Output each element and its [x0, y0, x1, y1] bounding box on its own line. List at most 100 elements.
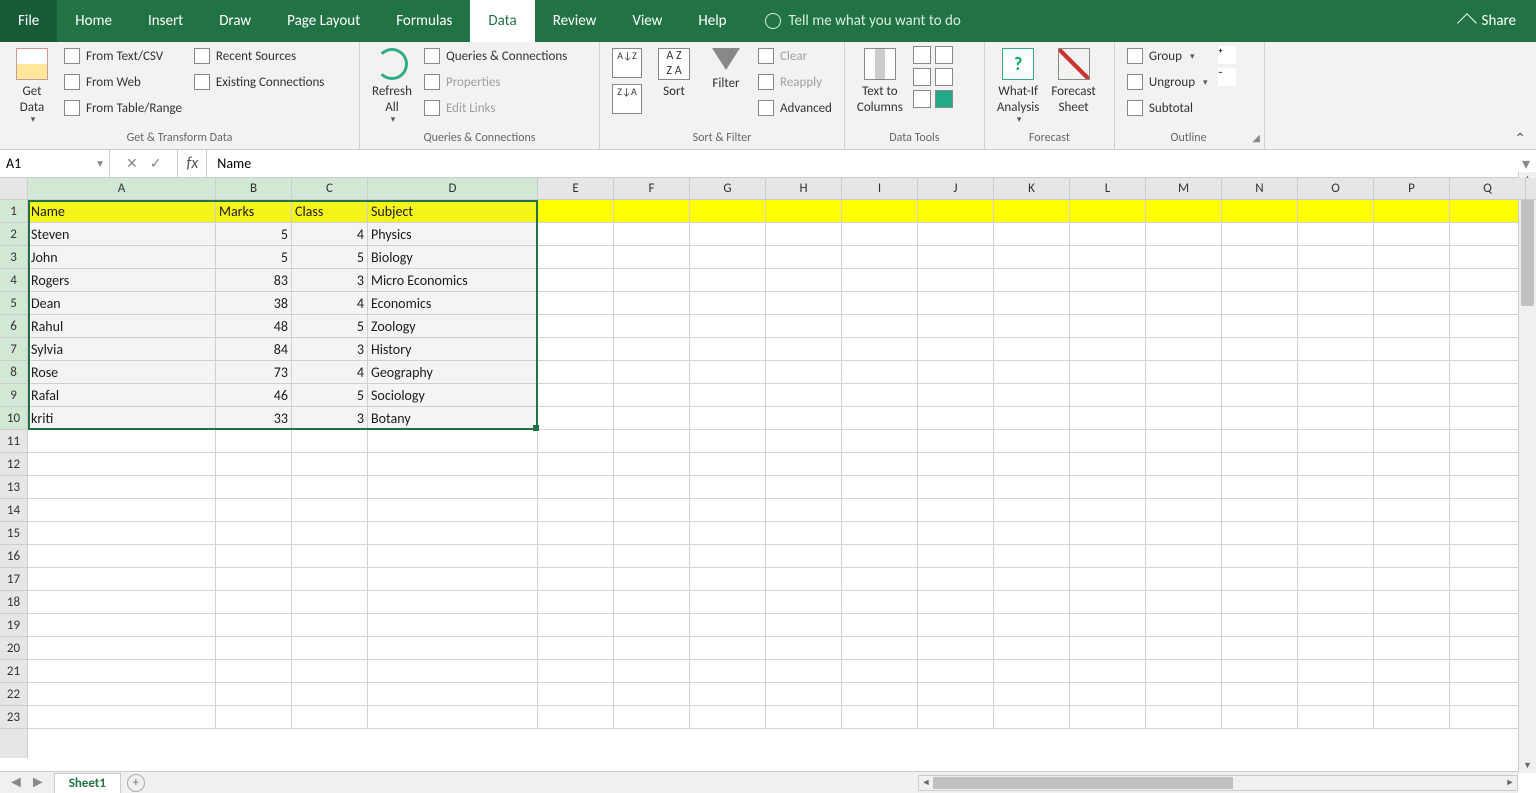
cell-I14[interactable]: [842, 499, 918, 522]
cell-F7[interactable]: [614, 338, 690, 361]
cell-D20[interactable]: [368, 637, 538, 660]
cell-B3[interactable]: 5: [216, 246, 292, 269]
cell-B11[interactable]: [216, 430, 292, 453]
cell-M10[interactable]: [1146, 407, 1222, 430]
column-header-N[interactable]: N: [1222, 178, 1298, 199]
cell-B22[interactable]: [216, 683, 292, 706]
cell-K11[interactable]: [994, 430, 1070, 453]
cell-I18[interactable]: [842, 591, 918, 614]
cell-F17[interactable]: [614, 568, 690, 591]
cell-Q11[interactable]: [1450, 430, 1526, 453]
cell-D13[interactable]: [368, 476, 538, 499]
flash-fill-button[interactable]: [913, 46, 931, 64]
cell-N19[interactable]: [1222, 614, 1298, 637]
cell-I21[interactable]: [842, 660, 918, 683]
cell-I11[interactable]: [842, 430, 918, 453]
from-table-button[interactable]: From Table/Range: [62, 98, 184, 118]
cell-K12[interactable]: [994, 453, 1070, 476]
cell-K8[interactable]: [994, 361, 1070, 384]
cell-O2[interactable]: [1298, 223, 1374, 246]
cell-I4[interactable]: [842, 269, 918, 292]
column-header-F[interactable]: F: [614, 178, 690, 199]
cell-C14[interactable]: [292, 499, 368, 522]
cell-A18[interactable]: [28, 591, 216, 614]
cell-E3[interactable]: [538, 246, 614, 269]
cell-E20[interactable]: [538, 637, 614, 660]
collapse-ribbon-button[interactable]: ⌃: [1514, 130, 1526, 147]
cell-K15[interactable]: [994, 522, 1070, 545]
cell-H18[interactable]: [766, 591, 842, 614]
row-header-13[interactable]: 13: [0, 476, 27, 499]
add-sheet-button[interactable]: +: [127, 774, 145, 792]
cell-B17[interactable]: [216, 568, 292, 591]
cell-A10[interactable]: kriti: [28, 407, 216, 430]
cell-I6[interactable]: [842, 315, 918, 338]
cell-O10[interactable]: [1298, 407, 1374, 430]
formula-input[interactable]: Name: [207, 150, 1516, 177]
from-text-csv-button[interactable]: From Text/CSV: [62, 46, 184, 66]
row-header-21[interactable]: 21: [0, 660, 27, 683]
cell-M7[interactable]: [1146, 338, 1222, 361]
cell-C19[interactable]: [292, 614, 368, 637]
cell-H16[interactable]: [766, 545, 842, 568]
cell-Q13[interactable]: [1450, 476, 1526, 499]
cell-K6[interactable]: [994, 315, 1070, 338]
cell-O18[interactable]: [1298, 591, 1374, 614]
cell-A8[interactable]: Rose: [28, 361, 216, 384]
cell-F19[interactable]: [614, 614, 690, 637]
row-header-2[interactable]: 2: [0, 223, 27, 246]
cell-F6[interactable]: [614, 315, 690, 338]
name-box-dropdown-icon[interactable]: ▼: [95, 157, 105, 170]
cell-G8[interactable]: [690, 361, 766, 384]
cell-H5[interactable]: [766, 292, 842, 315]
cell-M16[interactable]: [1146, 545, 1222, 568]
cell-D17[interactable]: [368, 568, 538, 591]
cell-B5[interactable]: 38: [216, 292, 292, 315]
row-header-11[interactable]: 11: [0, 430, 27, 453]
tab-review[interactable]: Review: [535, 0, 615, 42]
cell-O5[interactable]: [1298, 292, 1374, 315]
cell-D3[interactable]: Biology: [368, 246, 538, 269]
group-button[interactable]: Group▾: [1125, 46, 1210, 66]
cell-P3[interactable]: [1374, 246, 1450, 269]
cell-O4[interactable]: [1298, 269, 1374, 292]
cell-Q9[interactable]: [1450, 384, 1526, 407]
cell-J22[interactable]: [918, 683, 994, 706]
cell-B8[interactable]: 73: [216, 361, 292, 384]
cell-G11[interactable]: [690, 430, 766, 453]
cell-F8[interactable]: [614, 361, 690, 384]
cell-H13[interactable]: [766, 476, 842, 499]
cell-P5[interactable]: [1374, 292, 1450, 315]
tab-home[interactable]: Home: [57, 0, 130, 42]
row-header-23[interactable]: 23: [0, 706, 27, 729]
cell-N15[interactable]: [1222, 522, 1298, 545]
cell-B18[interactable]: [216, 591, 292, 614]
select-all-button[interactable]: [0, 178, 28, 200]
cell-N20[interactable]: [1222, 637, 1298, 660]
cell-P8[interactable]: [1374, 361, 1450, 384]
cell-F13[interactable]: [614, 476, 690, 499]
show-detail-button[interactable]: ⁺: [1218, 46, 1236, 64]
cell-E11[interactable]: [538, 430, 614, 453]
cells-area[interactable]: NameMarksClassSubjectSteven54PhysicsJohn…: [28, 200, 1536, 758]
cell-D19[interactable]: [368, 614, 538, 637]
cell-M14[interactable]: [1146, 499, 1222, 522]
cell-L13[interactable]: [1070, 476, 1146, 499]
cell-M2[interactable]: [1146, 223, 1222, 246]
cell-C4[interactable]: 3: [292, 269, 368, 292]
cell-D22[interactable]: [368, 683, 538, 706]
cell-Q20[interactable]: [1450, 637, 1526, 660]
cell-L10[interactable]: [1070, 407, 1146, 430]
cell-E17[interactable]: [538, 568, 614, 591]
cell-M1[interactable]: [1146, 200, 1222, 223]
cell-P10[interactable]: [1374, 407, 1450, 430]
row-header-8[interactable]: 8: [0, 361, 27, 384]
cell-D11[interactable]: [368, 430, 538, 453]
cell-N1[interactable]: [1222, 200, 1298, 223]
cell-I22[interactable]: [842, 683, 918, 706]
cell-C5[interactable]: 4: [292, 292, 368, 315]
tell-me-search[interactable]: Tell me what you want to do: [745, 0, 981, 42]
cell-Q16[interactable]: [1450, 545, 1526, 568]
sort-button[interactable]: A ZZ A Sort: [652, 46, 696, 102]
cell-K23[interactable]: [994, 706, 1070, 729]
